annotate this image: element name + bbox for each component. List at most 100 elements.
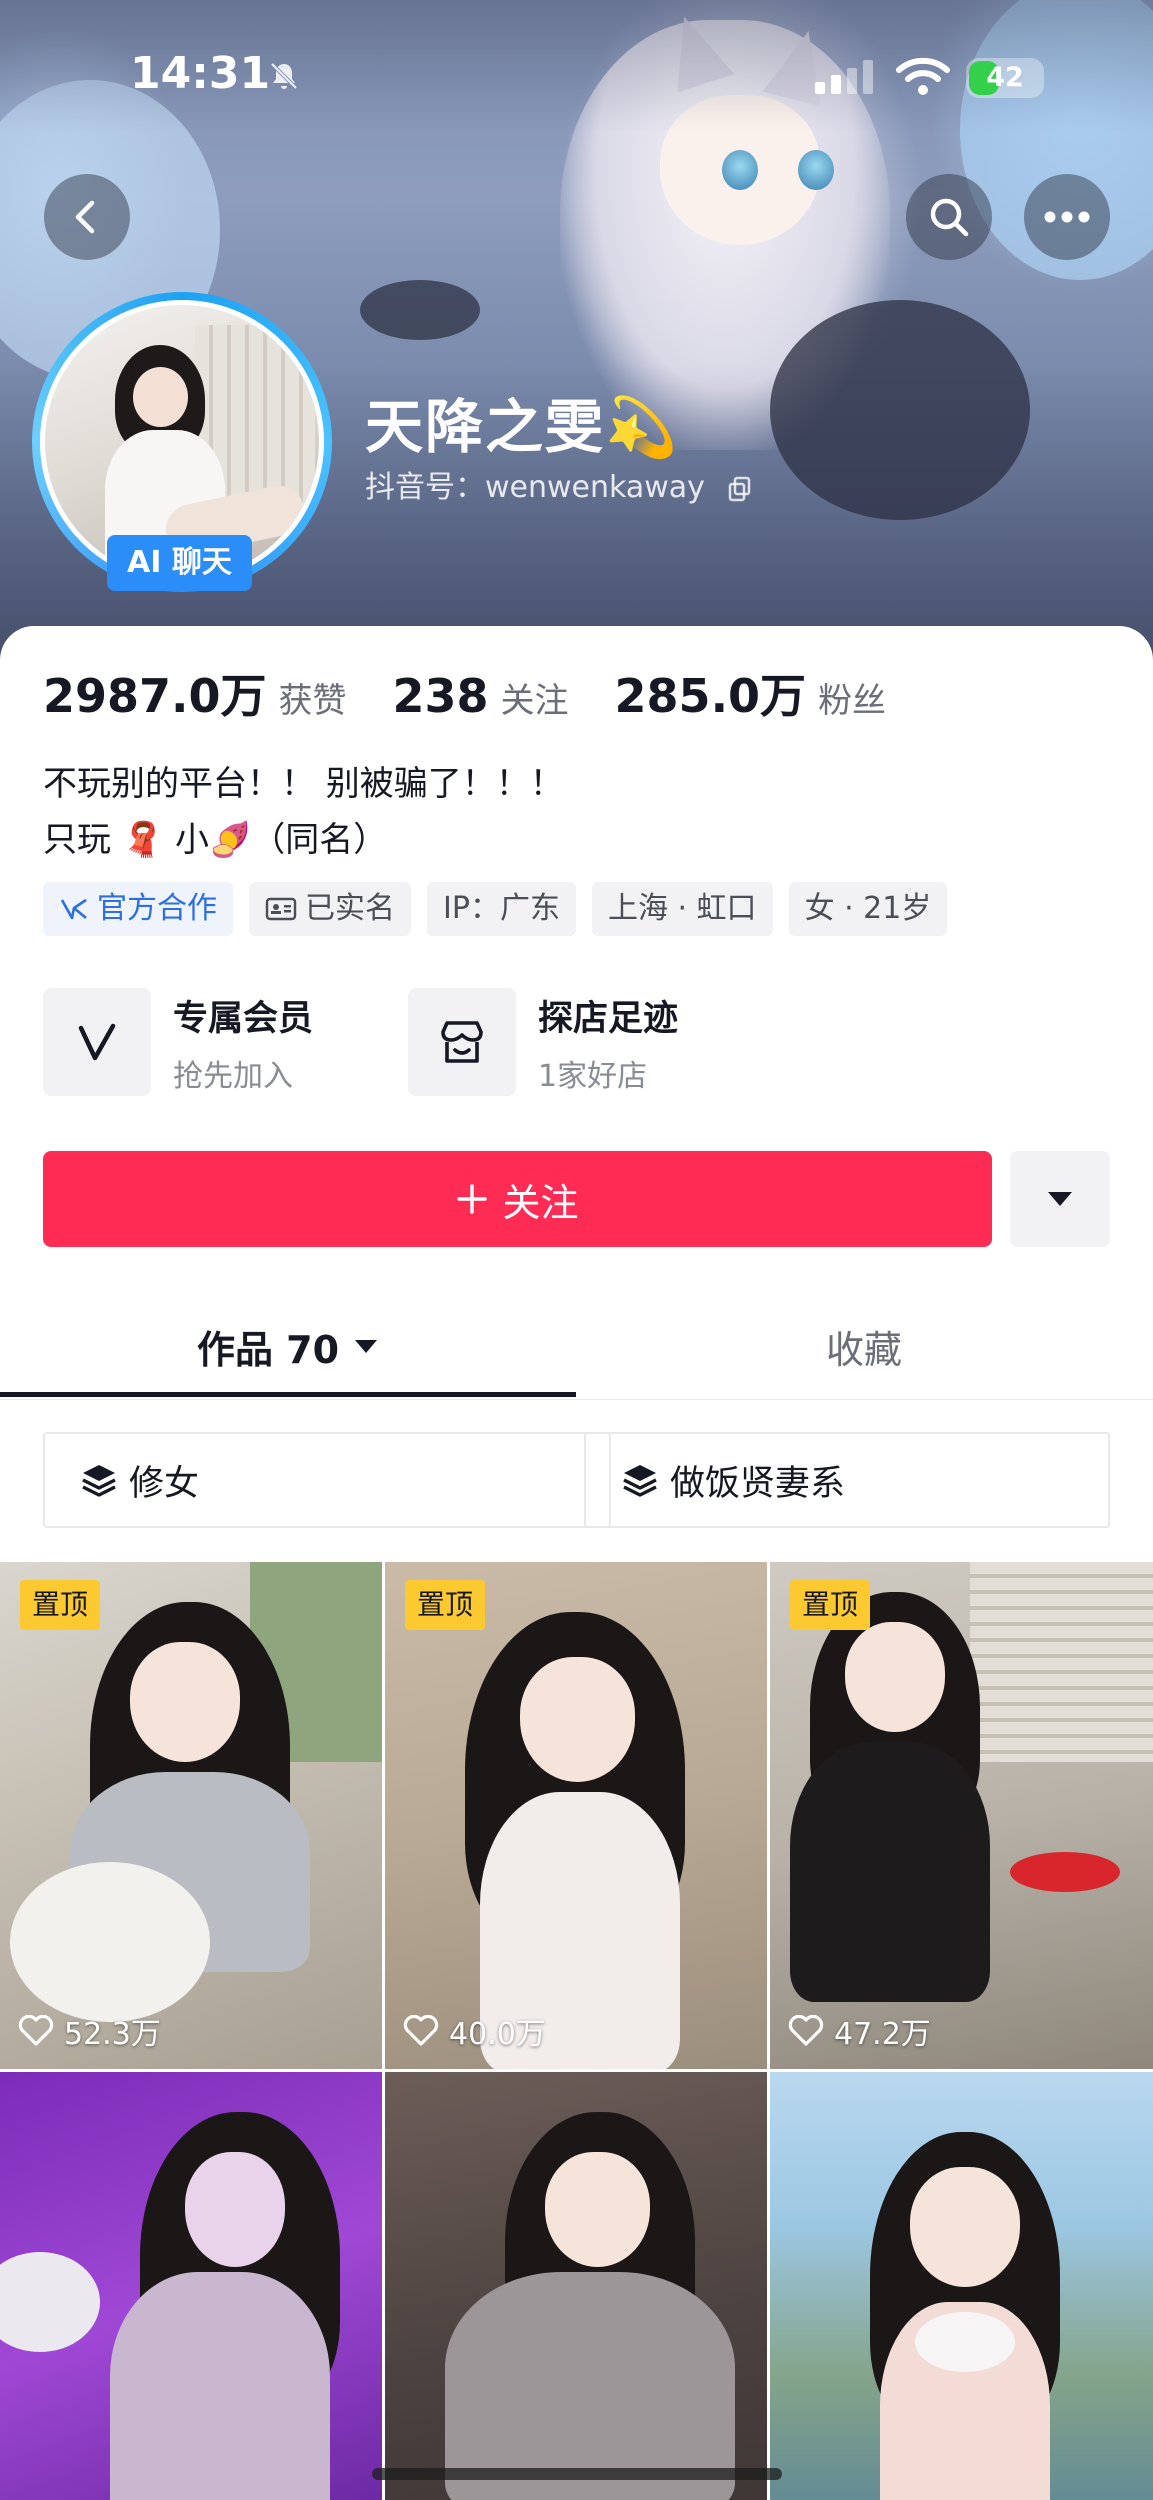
battery-percent: 42 bbox=[986, 62, 1024, 93]
pinned-badge: 置顶 bbox=[790, 1580, 871, 1630]
tab-favorites[interactable]: 收藏 bbox=[576, 1296, 1152, 1396]
feature-title: 专属会员 bbox=[173, 998, 314, 1039]
thumb-art bbox=[970, 1562, 1153, 1762]
feature-subtitle: 抢先加入 bbox=[173, 1058, 293, 1094]
pinned-badge: 置顶 bbox=[20, 1580, 101, 1630]
video-likes-count: 52.3万 bbox=[64, 2017, 161, 2052]
thumb-art bbox=[130, 1642, 240, 1762]
battery-indicator: 42 bbox=[966, 58, 1044, 98]
id-card-icon bbox=[265, 897, 297, 921]
follow-label: 关注 bbox=[502, 1180, 579, 1225]
collection-cooking-wife[interactable]: 做饭贤妻系 bbox=[584, 1432, 1110, 1528]
content-tabs: 作品 70 收藏 bbox=[0, 1296, 1153, 1400]
bio-line: 只玩 🧣 小🍠（同名） bbox=[43, 820, 388, 860]
feature-icon-box bbox=[408, 988, 516, 1096]
thumb-art bbox=[1010, 1852, 1120, 1892]
store-visits-entry[interactable]: 探店足迹 1家好店 bbox=[408, 988, 678, 1096]
thumb-art bbox=[790, 1742, 990, 2002]
tag-label: 官方合作 bbox=[97, 891, 217, 926]
heart-icon bbox=[403, 2015, 439, 2046]
thumb-art bbox=[445, 2272, 735, 2500]
feature-icon-box bbox=[43, 988, 151, 1096]
video-thumbnail[interactable]: 置顶 47.2万 bbox=[770, 1562, 1153, 2069]
follow-button[interactable]: 关注 bbox=[43, 1151, 992, 1247]
video-thumbnail[interactable]: 置顶 40.0万 bbox=[385, 1562, 767, 2069]
home-indicator[interactable] bbox=[372, 2468, 782, 2480]
profile-tags: 官方合作 已实名 IP：广东 上海 · 虹口 女 · 21岁 bbox=[43, 882, 948, 936]
collection-label: 修女 bbox=[129, 1463, 200, 1504]
wifi-icon bbox=[896, 57, 950, 95]
exclusive-membership-entry[interactable]: 专属会员 抢先加入 bbox=[43, 988, 313, 1096]
heart-icon bbox=[788, 2015, 824, 2046]
tag-label: IP：广东 bbox=[443, 891, 560, 926]
copy-icon[interactable] bbox=[728, 476, 752, 502]
video-likes: 52.3万 bbox=[18, 2009, 161, 2053]
active-tab-indicator bbox=[0, 1392, 576, 1397]
bell-off-icon bbox=[270, 62, 298, 90]
collection-label: 做饭贤妻系 bbox=[670, 1463, 846, 1504]
v-member-icon bbox=[78, 1023, 116, 1061]
tag-city[interactable]: 上海 · 虹口 bbox=[591, 882, 773, 936]
tag-ip-location: IP：广东 bbox=[427, 882, 576, 936]
likes-count[interactable]: 2987.0万 bbox=[43, 660, 267, 726]
plus-icon bbox=[457, 1184, 488, 1214]
layers-icon bbox=[82, 1465, 116, 1497]
more-dots-icon bbox=[1044, 211, 1090, 223]
tag-gender-age: 女 · 21岁 bbox=[788, 882, 948, 936]
ai-chat-badge[interactable]: AI 聊天 bbox=[107, 535, 252, 591]
search-button[interactable] bbox=[906, 174, 992, 260]
tab-favorites-label: 收藏 bbox=[825, 1327, 902, 1372]
follow-more-dropdown[interactable] bbox=[1010, 1151, 1110, 1247]
layers-icon bbox=[623, 1465, 657, 1497]
status-time: 14:31 bbox=[130, 48, 271, 99]
thumb-art bbox=[545, 2152, 650, 2267]
bio-line: 不玩别的平台！！ 别被骗了！！！ bbox=[43, 764, 564, 804]
followers-count[interactable]: 285.0万 bbox=[615, 660, 807, 726]
douyin-id-text: 抖音号：wenwenkaway bbox=[365, 470, 705, 505]
shop-icon bbox=[441, 1021, 483, 1063]
douyin-id[interactable]: 抖音号：wenwenkaway bbox=[365, 462, 752, 506]
more-options-button[interactable] bbox=[1024, 174, 1110, 260]
feature-title: 探店足迹 bbox=[538, 998, 679, 1039]
thumb-art bbox=[110, 2272, 330, 2500]
chevron-left-icon bbox=[75, 200, 95, 234]
tag-label: 女 · 21岁 bbox=[804, 891, 932, 926]
thumb-art bbox=[845, 1622, 945, 1732]
video-thumbnail[interactable] bbox=[770, 2072, 1153, 2500]
collection-nun[interactable]: 修女 bbox=[43, 1432, 611, 1528]
thumb-art bbox=[0, 2252, 100, 2352]
official-icon bbox=[60, 898, 87, 920]
thumb-art bbox=[10, 1862, 210, 2022]
thumb-art bbox=[520, 1657, 635, 1782]
search-icon bbox=[930, 198, 969, 237]
video-likes-count: 40.0万 bbox=[449, 2017, 546, 2052]
tag-official-cooperation[interactable]: 官方合作 bbox=[43, 882, 233, 936]
tag-verified-identity[interactable]: 已实名 bbox=[249, 882, 411, 936]
tab-works-label: 作品 70 bbox=[196, 1327, 340, 1372]
back-button[interactable] bbox=[44, 174, 130, 260]
video-likes-count: 47.2万 bbox=[834, 2017, 931, 2052]
profile-bio: 不玩别的平台！！ 别被骗了！！！ 只玩 🧣 小🍠（同名） bbox=[43, 756, 564, 868]
thumb-art bbox=[185, 2152, 285, 2267]
cellular-signal-icon bbox=[815, 60, 873, 94]
likes-label: 获赞 bbox=[278, 681, 347, 721]
feature-subtitle: 1家好店 bbox=[538, 1058, 648, 1094]
video-thumbnail[interactable]: 置顶 52.3万 bbox=[0, 1562, 382, 2069]
heart-icon bbox=[18, 2015, 54, 2046]
video-likes: 47.2万 bbox=[788, 2009, 931, 2053]
thumb-art bbox=[915, 2312, 1015, 2372]
video-thumbnail[interactable] bbox=[0, 2072, 382, 2500]
profile-nickname: 天降之雯💫 bbox=[365, 393, 680, 461]
tag-label: 上海 · 虹口 bbox=[607, 891, 757, 926]
tag-label: 已实名 bbox=[305, 891, 395, 926]
video-thumbnail[interactable] bbox=[385, 2072, 767, 2500]
following-label: 关注 bbox=[500, 681, 569, 721]
avatar-art bbox=[133, 367, 188, 427]
caret-down-icon bbox=[1048, 1192, 1072, 1206]
followers-label: 粉丝 bbox=[818, 681, 887, 721]
video-likes: 40.0万 bbox=[403, 2009, 546, 2053]
profile-stats: 2987.0万 获赞 238 关注 285.0万 粉丝 bbox=[43, 660, 932, 726]
tab-works[interactable]: 作品 70 bbox=[0, 1296, 576, 1396]
pinned-badge: 置顶 bbox=[405, 1580, 486, 1630]
following-count[interactable]: 238 bbox=[393, 669, 489, 723]
